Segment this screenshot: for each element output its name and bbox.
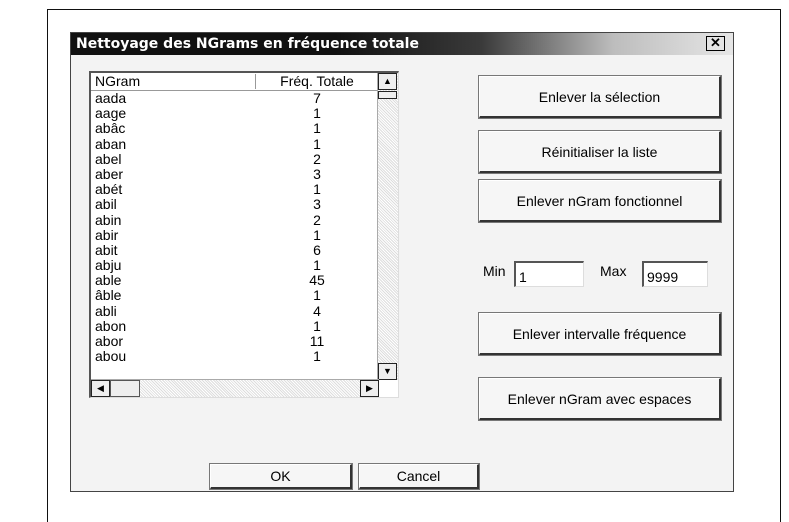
frequency-cell: 6	[313, 241, 321, 258]
frequency-cell: 2	[313, 150, 321, 167]
ngram-cell: abli	[95, 302, 117, 319]
list-item[interactable]: aban 1	[91, 135, 379, 152]
reset-list-button[interactable]: Réinitialiser la liste	[479, 131, 721, 173]
column-header-ngram[interactable]: NGram	[95, 74, 256, 89]
ngram-cell: abel	[95, 150, 122, 167]
list-item[interactable]: abli 4	[91, 302, 379, 319]
ngram-cell: aage	[95, 105, 127, 122]
scroll-right-icon[interactable]: ▶	[360, 380, 379, 397]
list-item[interactable]: abor 11	[91, 334, 379, 349]
remove-selection-button[interactable]: Enlever la sélection	[479, 76, 721, 118]
ngram-cell: âble	[95, 287, 122, 304]
frequency-cell: 11	[309, 333, 325, 349]
list-item[interactable]: abju 1	[91, 258, 379, 273]
max-label: Max	[600, 263, 627, 279]
list-item[interactable]: abel 2	[91, 150, 379, 167]
ngram-cleanup-dialog: Nettoyage des NGrams en fréquence totale…	[70, 32, 734, 492]
frequency-cell: 4	[313, 302, 321, 319]
list-rows: aada 7 aage 1 abâc 1 aban 1 abel 2 aber 3 abét 1 abil 3…	[91, 91, 379, 381]
list-item[interactable]: abon 1	[91, 317, 379, 334]
horizontal-scroll-thumb[interactable]	[110, 380, 140, 397]
frequency-cell: 3	[313, 196, 321, 213]
window-title: Nettoyage des NGrams en fréquence totale	[76, 36, 419, 52]
frequency-cell: 1	[313, 317, 321, 334]
ngram-cell: aber	[95, 165, 124, 182]
min-input[interactable]	[514, 261, 584, 287]
ngram-cell: aban	[95, 135, 127, 152]
frequency-cell: 1	[313, 348, 321, 365]
ngram-cell: abor	[95, 333, 124, 349]
ngram-cell: abil	[95, 196, 117, 213]
list-item[interactable]: abét 1	[91, 182, 379, 197]
remove-ngram-with-spaces-button[interactable]: Enlever nGram avec espaces	[479, 378, 721, 420]
list-item[interactable]: abit 6	[91, 241, 379, 258]
vertical-scrollbar[interactable]: ▲ ▼	[377, 73, 398, 380]
ngram-cell: able	[95, 272, 122, 289]
frequency-cell: 1	[313, 120, 321, 137]
horizontal-scrollbar[interactable]: ◀ ▶	[91, 379, 379, 397]
frequency-cell: 3	[313, 165, 321, 182]
list-item[interactable]: âble 1	[91, 288, 379, 303]
list-item[interactable]: abou 1	[91, 349, 379, 364]
ngram-cell: abit	[95, 241, 118, 258]
ok-button[interactable]: OK	[210, 464, 352, 489]
list-item[interactable]: abil 3	[91, 197, 379, 212]
ngram-cell: abir	[95, 226, 119, 243]
frequency-cell: 45	[309, 272, 325, 289]
max-input[interactable]	[642, 261, 708, 287]
list-item[interactable]: abâc 1	[91, 121, 379, 136]
list-header: NGram Fréq. Totale	[91, 73, 379, 91]
ngram-cell: abon	[95, 317, 127, 334]
close-icon[interactable]: ✕	[706, 36, 725, 51]
list-item[interactable]: abir 1	[91, 226, 379, 243]
list-item[interactable]: aage 1	[91, 106, 379, 121]
ngram-cell: abét	[95, 181, 123, 198]
ngram-list[interactable]: NGram Fréq. Totale aada 7 aage 1 abâc 1 aban 1 a…	[89, 71, 399, 398]
ngram-cell: aada	[95, 91, 127, 106]
ngram-cell: abou	[95, 348, 127, 365]
list-item[interactable]: aber 3	[91, 165, 379, 182]
frequency-cell: 1	[313, 287, 321, 304]
ngram-cell: abin	[95, 211, 122, 228]
min-label: Min	[483, 263, 506, 279]
title-bar[interactable]: Nettoyage des NGrams en fréquence totale…	[71, 33, 733, 55]
list-item[interactable]: abin 2	[91, 211, 379, 228]
ngram-cell: abâc	[95, 120, 126, 137]
frequency-cell: 7	[313, 91, 321, 106]
column-header-frequency[interactable]: Fréq. Totale	[255, 74, 379, 89]
list-item[interactable]: able 45	[91, 273, 379, 288]
scroll-down-icon[interactable]: ▼	[378, 363, 397, 380]
cancel-button[interactable]: Cancel	[359, 464, 479, 489]
frequency-cell: 1	[313, 257, 321, 274]
vertical-scroll-thumb[interactable]	[378, 91, 397, 99]
list-item[interactable]: aada 7	[91, 91, 379, 106]
frequency-cell: 1	[313, 105, 321, 122]
frequency-cell: 1	[313, 181, 321, 198]
frequency-cell: 1	[313, 226, 321, 243]
scroll-left-icon[interactable]: ◀	[91, 380, 110, 397]
frequency-cell: 1	[313, 135, 321, 152]
scroll-up-icon[interactable]: ▲	[378, 73, 397, 90]
remove-frequency-interval-button[interactable]: Enlever intervalle fréquence	[479, 313, 721, 355]
remove-functional-ngram-button[interactable]: Enlever nGram fonctionnel	[479, 180, 721, 222]
frequency-cell: 2	[313, 211, 321, 228]
ngram-cell: abju	[95, 257, 122, 274]
